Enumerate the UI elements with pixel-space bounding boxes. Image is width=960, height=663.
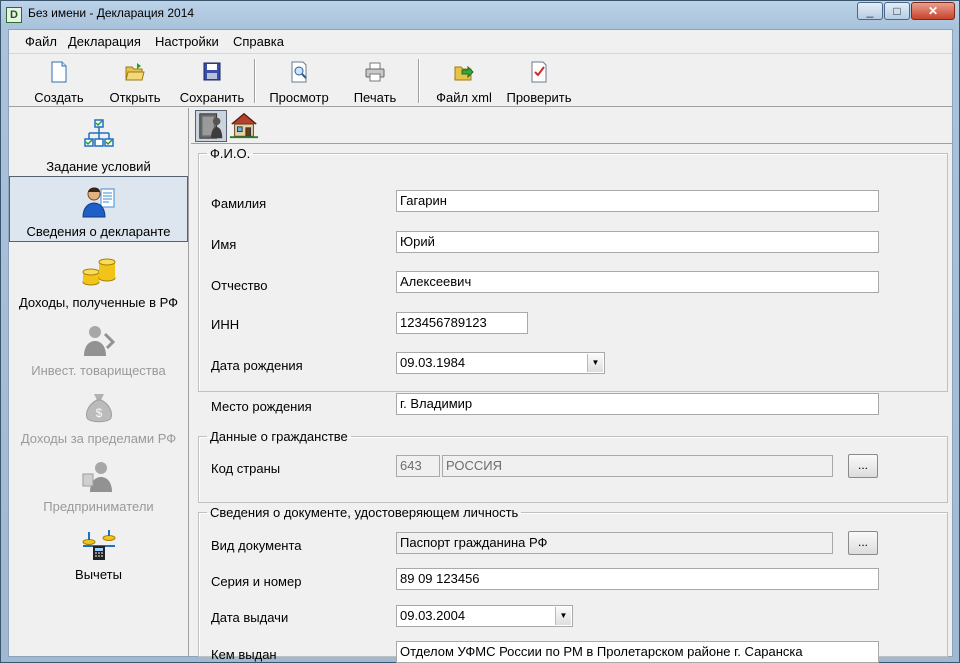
deductions-icon — [82, 530, 115, 560]
doc-type-browse-button[interactable]: ... — [848, 531, 878, 555]
menu-declaration[interactable]: Декларация — [68, 34, 141, 49]
checklist-icon — [531, 61, 547, 83]
preview-magnifier-icon — [291, 61, 307, 83]
window-title: Без имени - Декларация 2014 — [28, 6, 195, 20]
create-label: Создать — [34, 90, 84, 105]
sidebar-item-deductions[interactable]: Вычеты — [9, 520, 188, 586]
birthdate-combo[interactable]: 09.03.1984 ▼ — [396, 352, 605, 374]
app-icon: D — [6, 7, 22, 23]
printer-icon — [365, 62, 385, 82]
country-browse-button[interactable]: ... — [848, 454, 878, 478]
birthplace-label: Место рождения — [211, 399, 312, 414]
print-label: Печать — [353, 90, 397, 105]
fio-group-title: Ф.И.О. — [210, 146, 251, 161]
birthdate-label: Дата рождения — [211, 358, 303, 373]
minimize-button[interactable]: _ — [857, 2, 883, 20]
sidebar-label: Вычеты — [75, 567, 122, 582]
sidebar-item-income-rf[interactable]: Доходы, полученные в РФ — [9, 248, 188, 314]
inn-label: ИНН — [211, 317, 240, 332]
main-panel: Ф.И.О. Фамилия Гагарин Имя Юрий Отчество… — [191, 108, 952, 663]
menu-bar: Файл Декларация Настройки Справка — [9, 30, 952, 54]
doc-type-label: Вид документа — [211, 538, 302, 553]
sidebar-label: Задание условий — [46, 159, 151, 174]
country-code-field: 643 — [396, 455, 440, 477]
sidebar-label: Сведения о декларанте — [26, 224, 171, 239]
maximize-button[interactable]: □ — [884, 2, 910, 20]
open-folder-icon — [125, 63, 145, 81]
person-door-icon — [199, 113, 223, 139]
inn-field[interactable]: 123456789123 — [396, 312, 528, 334]
save-button[interactable]: Сохранить — [176, 57, 248, 105]
client-area: Файл Декларация Настройки Справка Создат… — [8, 29, 953, 663]
xml-file-label: Файл xml — [436, 90, 492, 105]
surname-label: Фамилия — [211, 196, 267, 211]
citizenship-group-title: Данные о гражданстве — [210, 429, 348, 444]
declarant-icon — [81, 187, 114, 218]
app-window: D Без имени - Декларация 2014 _ □ ✕ Файл… — [0, 0, 960, 663]
series-field[interactable]: 89 09 123456 — [396, 568, 879, 590]
open-button[interactable]: Открыть — [101, 57, 169, 105]
create-button[interactable]: Создать — [25, 57, 93, 105]
issued-by-field[interactable]: Отделом УФМС России по РМ в Пролетарском… — [396, 641, 879, 663]
sidebar-label: Доходы за пределами РФ — [20, 431, 177, 446]
birthdate-value: 09.03.1984 — [400, 355, 466, 370]
sidebar-item-entrepreneurs[interactable]: Предприниматели — [9, 452, 188, 518]
new-document-icon — [51, 61, 67, 83]
doc-type-field: Паспорт гражданина РФ — [396, 532, 833, 554]
close-button[interactable]: ✕ — [911, 2, 955, 20]
country-code-label: Код страны — [211, 461, 281, 476]
toolbar-separator — [254, 59, 256, 103]
country-name-field: РОССИЯ — [442, 455, 833, 477]
house-icon — [229, 112, 259, 139]
menu-file[interactable]: Файл — [25, 34, 57, 49]
sidebar-label: Доходы, полученные в РФ — [18, 295, 179, 310]
birthplace-field[interactable]: г. Владимир — [396, 393, 879, 415]
coins-icon — [82, 258, 115, 286]
preview-label: Просмотр — [269, 90, 329, 105]
sidebar-item-conditions[interactable]: Задание условий — [9, 112, 188, 178]
toolbar: Создать Открыть Сохранить Просмотр Печат… — [9, 55, 952, 107]
toolbar-separator — [418, 59, 420, 103]
sidebar-item-investment[interactable]: Инвест. товарищества — [9, 316, 188, 382]
tab-address[interactable] — [229, 110, 261, 142]
issue-date-value: 09.03.2004 — [400, 608, 466, 623]
entrepreneur-icon — [82, 462, 112, 492]
chevron-down-icon[interactable]: ▼ — [555, 607, 571, 625]
section-tabs — [191, 108, 952, 144]
patronymic-field[interactable]: Алексеевич — [396, 271, 879, 293]
menu-settings[interactable]: Настройки — [155, 34, 219, 49]
name-label: Имя — [211, 237, 237, 252]
patronymic-label: Отчество — [211, 278, 268, 293]
issue-date-label: Дата выдачи — [211, 610, 289, 625]
sidebar-item-declarant[interactable]: Сведения о декларанте — [9, 176, 188, 242]
sidebar-label: Инвест. товарищества — [31, 363, 166, 378]
surname-field[interactable]: Гагарин — [396, 190, 879, 212]
svg-text:$: $ — [95, 406, 102, 420]
floppy-disk-icon — [203, 62, 221, 81]
open-label: Открыть — [109, 90, 161, 105]
xml-file-button[interactable]: Файл xml — [429, 57, 499, 105]
moneybag-icon: $ — [85, 394, 112, 423]
name-field[interactable]: Юрий — [396, 231, 879, 253]
investment-icon — [83, 326, 115, 356]
print-button[interactable]: Печать — [342, 57, 408, 105]
preview-button[interactable]: Просмотр — [264, 57, 334, 105]
check-label: Проверить — [506, 90, 572, 105]
sidebar: Задание условий Сведения о декларанте До… — [9, 108, 189, 656]
save-label: Сохранить — [179, 90, 245, 105]
sidebar-label: Предприниматели — [43, 499, 154, 514]
xml-export-icon — [454, 65, 474, 81]
issue-date-combo[interactable]: 09.03.2004 ▼ — [396, 605, 573, 627]
tab-person[interactable] — [195, 110, 227, 142]
sidebar-item-income-abroad[interactable]: $ Доходы за пределами РФ — [9, 384, 188, 450]
series-label: Серия и номер — [211, 574, 302, 589]
chevron-down-icon[interactable]: ▼ — [587, 354, 603, 372]
issued-by-label: Кем выдан — [211, 647, 277, 662]
conditions-icon — [83, 119, 114, 147]
check-button[interactable]: Проверить — [504, 57, 574, 105]
menu-help[interactable]: Справка — [233, 34, 284, 49]
document-group-title: Сведения о документе, удостоверяющем лич… — [210, 505, 519, 520]
title-bar[interactable]: D Без имени - Декларация 2014 _ □ ✕ — [1, 1, 959, 27]
